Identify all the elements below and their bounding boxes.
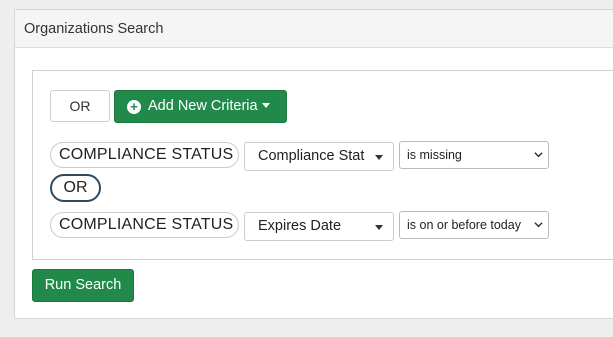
chevron-down-icon [534,152,543,158]
operator-select[interactable]: is on or before today [399,211,549,239]
run-search-button[interactable]: Run Search [32,269,134,302]
criteria-container: OR + Add New Criteria COMPLIANCE STATUS C… [32,70,613,260]
panel-title: Organizations Search [15,10,613,48]
operator-select-value: is missing [407,148,462,162]
field-select-value: Expires Date [258,218,342,234]
operator-select-value: is on or before today [407,218,521,232]
caret-down-icon [375,155,383,160]
organizations-search-panel: Organizations Search OR + Add New Criteri… [14,9,613,319]
criteria-field-pill: COMPLIANCE STATUS [50,212,239,238]
caret-down-icon [375,225,383,230]
operator-select[interactable]: is missing [399,141,549,169]
field-select-value: Compliance Stat [258,148,365,164]
add-new-criteria-button[interactable]: + Add New Criteria [114,90,287,123]
field-select-dropdown[interactable]: Compliance Stat [244,142,394,171]
caret-down-icon [261,103,270,108]
plus-circle-icon: + [127,100,141,114]
add-new-criteria-label: Add New Criteria [148,98,258,114]
or-button[interactable]: OR [50,90,110,122]
chevron-down-icon [534,222,543,228]
criteria-field-pill: COMPLIANCE STATUS [50,142,239,168]
field-select-dropdown[interactable]: Expires Date [244,212,394,241]
or-connector-badge: OR [50,174,101,202]
